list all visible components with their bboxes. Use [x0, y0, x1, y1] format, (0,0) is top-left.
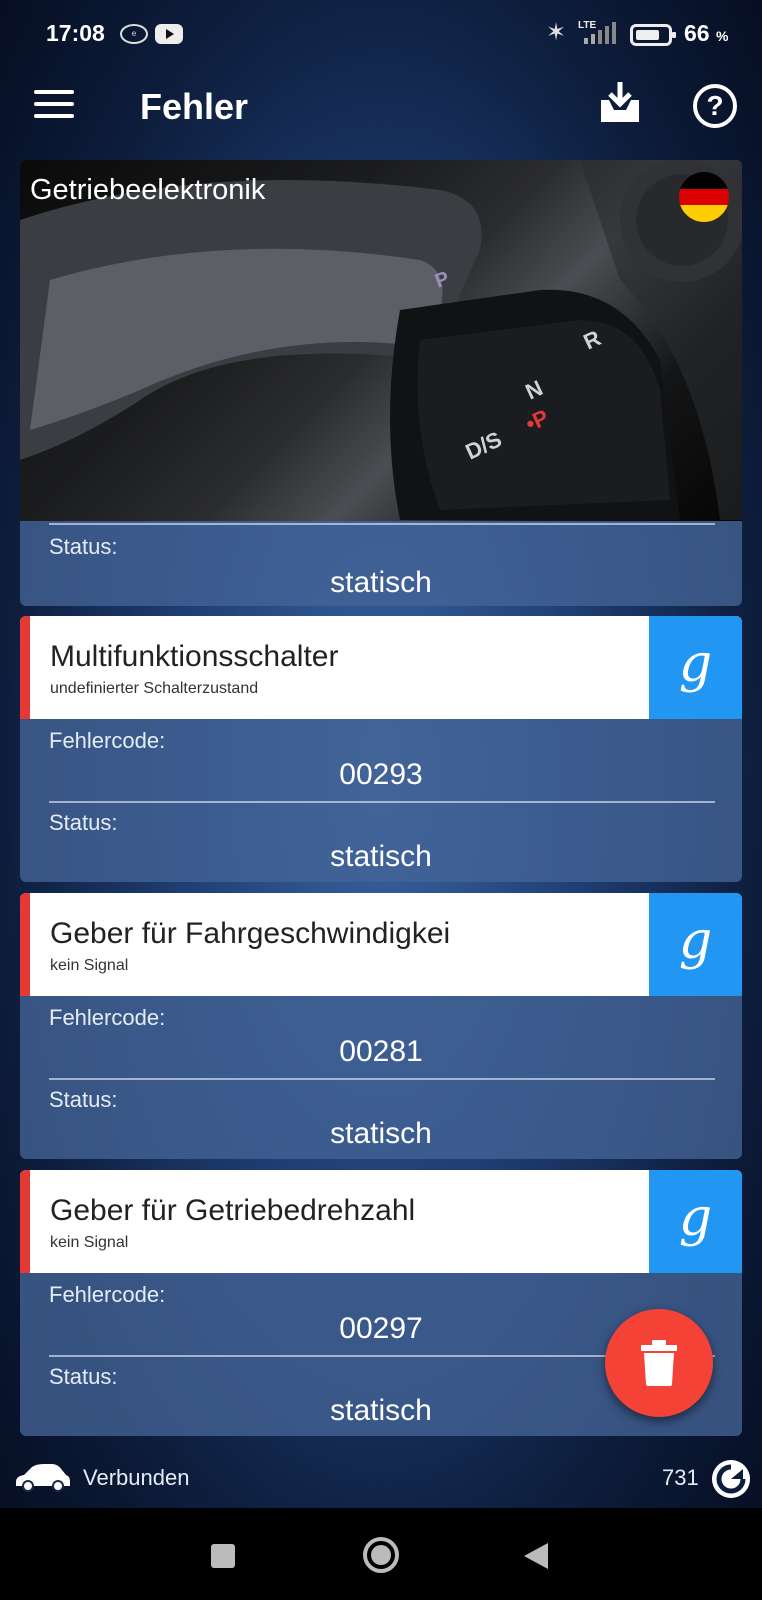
status-value: statisch	[330, 1117, 432, 1150]
home-button[interactable]	[363, 1537, 399, 1573]
status-value: statisch	[330, 566, 432, 599]
status-label: Status:	[49, 534, 118, 559]
status-label: Status:	[49, 810, 118, 835]
fault-code: 00293	[339, 758, 423, 791]
module-card: R N •P D/S P Getriebeelektronik Status: …	[20, 160, 742, 606]
google-icon: g	[678, 1187, 713, 1248]
fault-header[interactable]: Geber für Fahrgeschwindigkei kein Signal…	[20, 893, 742, 996]
help-icon[interactable]: ?	[693, 84, 737, 128]
fault-subtitle: kein Signal	[50, 957, 129, 974]
status-time: 17:08	[46, 20, 105, 46]
recent-apps-button[interactable]	[211, 1544, 235, 1568]
fault-card: Multifunktionsschalter undefinierter Sch…	[20, 616, 742, 882]
google-icon: g	[678, 910, 713, 971]
fault-title: Geber für Fahrgeschwindigkei	[50, 917, 451, 950]
connection-bar: Verbunden 731	[0, 1450, 762, 1506]
connection-status: Verbunden	[83, 1465, 190, 1490]
fault-header[interactable]: Multifunktionsschalter undefinierter Sch…	[20, 616, 742, 719]
divider	[49, 523, 715, 525]
trash-icon	[641, 1340, 677, 1386]
signal-icon	[584, 22, 616, 44]
fault-header[interactable]: Geber für Getriebedrehzahl kein Signal g	[20, 1170, 742, 1273]
google-search-button[interactable]: g	[649, 1170, 742, 1273]
delete-faults-button[interactable]	[605, 1309, 713, 1417]
google-search-button[interactable]: g	[649, 893, 742, 996]
refresh-icon[interactable]	[712, 1460, 750, 1498]
severity-indicator	[20, 616, 30, 719]
bluetooth-icon: ✶	[546, 19, 567, 46]
status-label: Status:	[49, 1364, 118, 1389]
download-icon[interactable]	[597, 80, 643, 126]
severity-indicator	[20, 1170, 30, 1273]
fault-title: Geber für Getriebedrehzahl	[50, 1194, 416, 1227]
car-icon	[16, 1464, 70, 1492]
page-title: Fehler	[140, 86, 249, 127]
counter-value: 731	[662, 1465, 699, 1490]
fault-code-label: Fehlercode:	[49, 728, 166, 753]
fault-subtitle: kein Signal	[50, 1234, 129, 1251]
back-button[interactable]	[524, 1543, 548, 1569]
divider	[49, 1078, 715, 1080]
gear-shifter-image: R N •P D/S P	[20, 160, 742, 520]
fault-code-label: Fehlercode:	[49, 1282, 166, 1307]
battery-percent: 66 %	[684, 20, 729, 46]
module-image: R N •P D/S P Getriebeelektronik	[20, 160, 742, 521]
ebay-notification-icon: e	[120, 24, 148, 44]
battery-icon	[630, 24, 676, 46]
fault-subtitle: undefinierter Schalterzustand	[50, 680, 259, 697]
fault-title: Multifunktionsschalter	[50, 640, 339, 673]
severity-indicator	[20, 893, 30, 996]
module-title: Getriebeelektronik	[30, 174, 266, 206]
google-search-button[interactable]: g	[649, 616, 742, 719]
status-label: Status:	[49, 1087, 118, 1112]
menu-icon[interactable]	[34, 90, 74, 122]
app-bar: Fehler ?	[0, 70, 762, 154]
fault-code-label: Fehlercode:	[49, 1005, 166, 1030]
german-flag-icon[interactable]	[679, 172, 729, 222]
fault-code: 00281	[339, 1035, 423, 1068]
fault-card: Geber für Fahrgeschwindigkei kein Signal…	[20, 893, 742, 1159]
divider	[49, 801, 715, 803]
youtube-icon	[155, 24, 183, 44]
google-icon: g	[678, 633, 713, 694]
system-nav-bar	[0, 1508, 762, 1600]
status-value: statisch	[330, 840, 432, 873]
status-bar: 17:08 e ✶ LTE 66 %	[0, 0, 762, 70]
